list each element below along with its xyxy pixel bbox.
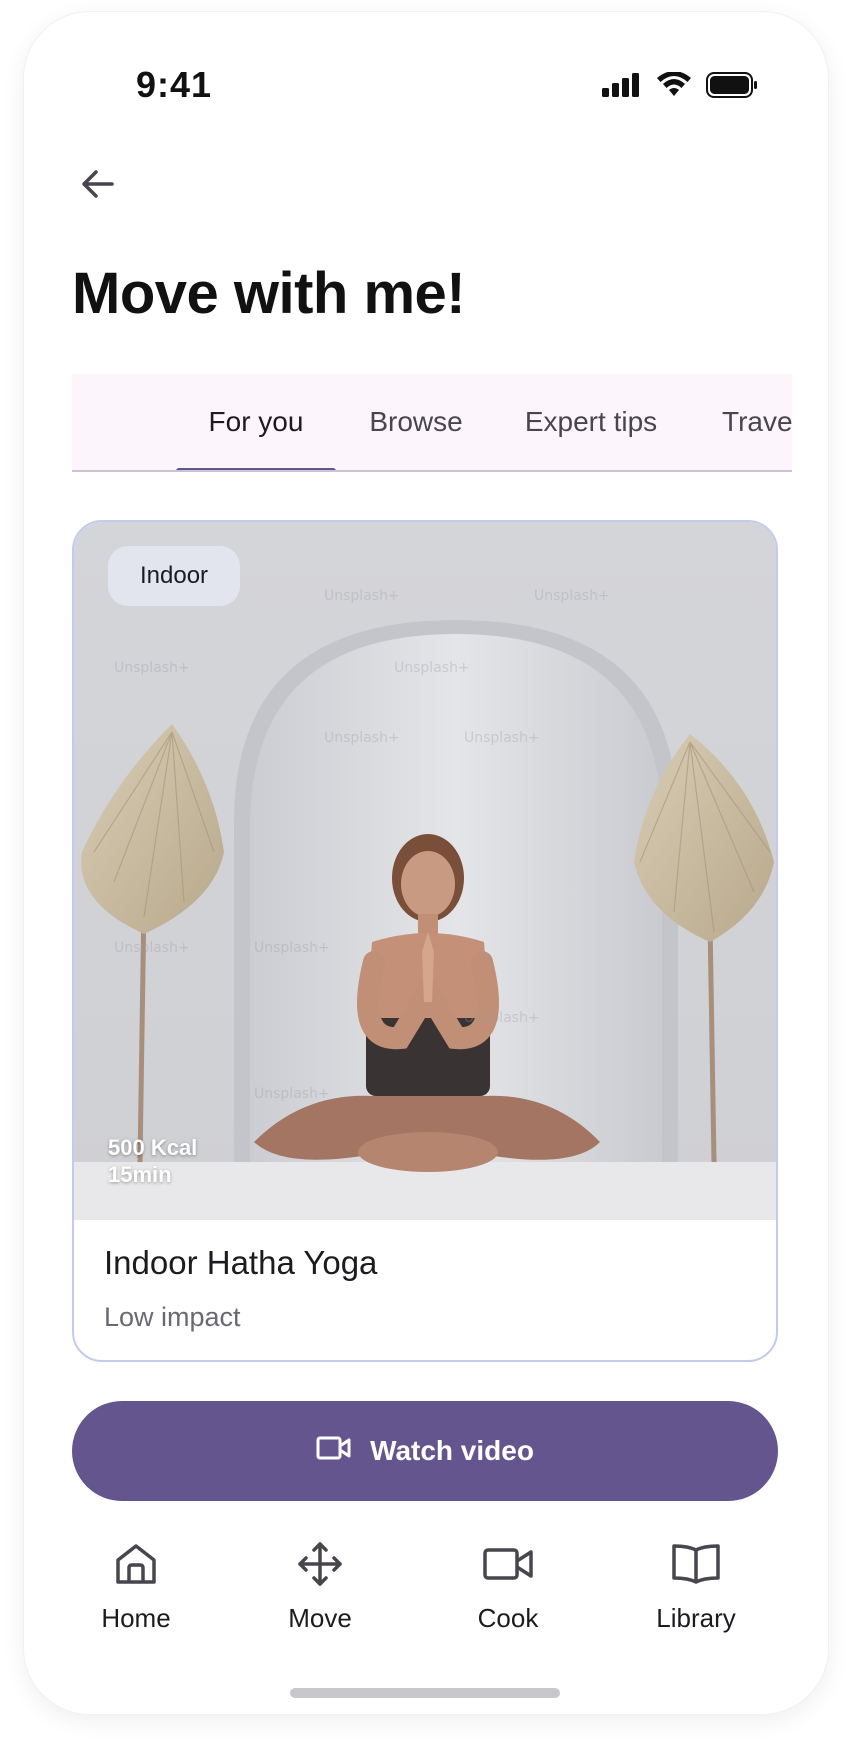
tab-browse[interactable]: Browse xyxy=(336,374,496,470)
yoga-scene-illustration: Unsplash+ Unsplash+ Unsplash+ Unsplash+ … xyxy=(74,522,776,1220)
nav-library-label: Library xyxy=(656,1603,736,1633)
signal-icon xyxy=(602,73,642,102)
phone-frame: 9:41 Move with me! For you Browse Expert… xyxy=(24,12,828,1714)
page-title: Move with me! xyxy=(72,261,466,326)
nav-library[interactable]: Library xyxy=(626,1540,766,1634)
duration-label: 15min xyxy=(108,1162,172,1187)
svg-text:Unsplash+: Unsplash+ xyxy=(114,940,190,956)
back-button[interactable] xyxy=(74,162,122,210)
svg-text:Unsplash+: Unsplash+ xyxy=(114,660,190,676)
nav-cook-label: Cook xyxy=(477,1603,539,1633)
workout-image: Unsplash+ Unsplash+ Unsplash+ Unsplash+ … xyxy=(74,522,776,1220)
home-icon xyxy=(112,1540,160,1593)
move-arrows-icon xyxy=(296,1540,344,1593)
bottom-navigation: Home Move Cook Library xyxy=(24,1540,828,1650)
book-icon xyxy=(670,1540,722,1593)
nav-move-label: Move xyxy=(288,1603,352,1633)
arrow-left-icon xyxy=(78,164,118,209)
status-icons xyxy=(602,71,758,103)
video-camera-icon xyxy=(482,1540,534,1593)
nav-move[interactable]: Move xyxy=(250,1540,390,1634)
tab-travel[interactable]: Travel xyxy=(686,374,792,470)
tab-for-you[interactable]: For you xyxy=(176,374,336,470)
svg-text:Unsplash+: Unsplash+ xyxy=(254,940,330,956)
card-title: Indoor Hatha Yoga xyxy=(104,1244,378,1281)
home-indicator[interactable] xyxy=(290,1688,560,1698)
kcal-label: 500 Kcal xyxy=(108,1135,198,1160)
active-tab-indicator xyxy=(176,468,336,470)
watch-video-label: Watch video xyxy=(370,1435,534,1466)
svg-text:Unsplash+: Unsplash+ xyxy=(464,1010,540,1026)
workout-card[interactable]: Unsplash+ Unsplash+ Unsplash+ Unsplash+ … xyxy=(72,520,778,1362)
nav-cook[interactable]: Cook xyxy=(438,1540,578,1634)
watch-video-button[interactable]: Watch video xyxy=(72,1401,778,1501)
svg-text:Unsplash+: Unsplash+ xyxy=(464,730,540,746)
svg-text:Unsplash+: Unsplash+ xyxy=(324,730,400,746)
svg-text:Unsplash+: Unsplash+ xyxy=(394,660,470,676)
video-camera-icon xyxy=(316,1434,352,1469)
card-subtitle: Low impact xyxy=(104,1302,241,1332)
svg-text:Unsplash+: Unsplash+ xyxy=(254,1086,330,1102)
nav-home[interactable]: Home xyxy=(66,1540,206,1634)
workout-stats: 500 Kcal 15min xyxy=(108,1134,197,1188)
battery-icon xyxy=(706,72,758,103)
svg-text:Unsplash+: Unsplash+ xyxy=(324,588,400,604)
status-time: 9:41 xyxy=(136,64,213,105)
indoor-chip[interactable]: Indoor xyxy=(108,546,241,606)
tab-expert-tips[interactable]: Expert tips xyxy=(496,374,686,470)
tab-bar: For you Browse Expert tips Travel xyxy=(72,374,792,472)
svg-text:Unsplash+: Unsplash+ xyxy=(534,588,610,604)
nav-home-label: Home xyxy=(101,1603,171,1633)
wifi-icon xyxy=(656,71,692,103)
